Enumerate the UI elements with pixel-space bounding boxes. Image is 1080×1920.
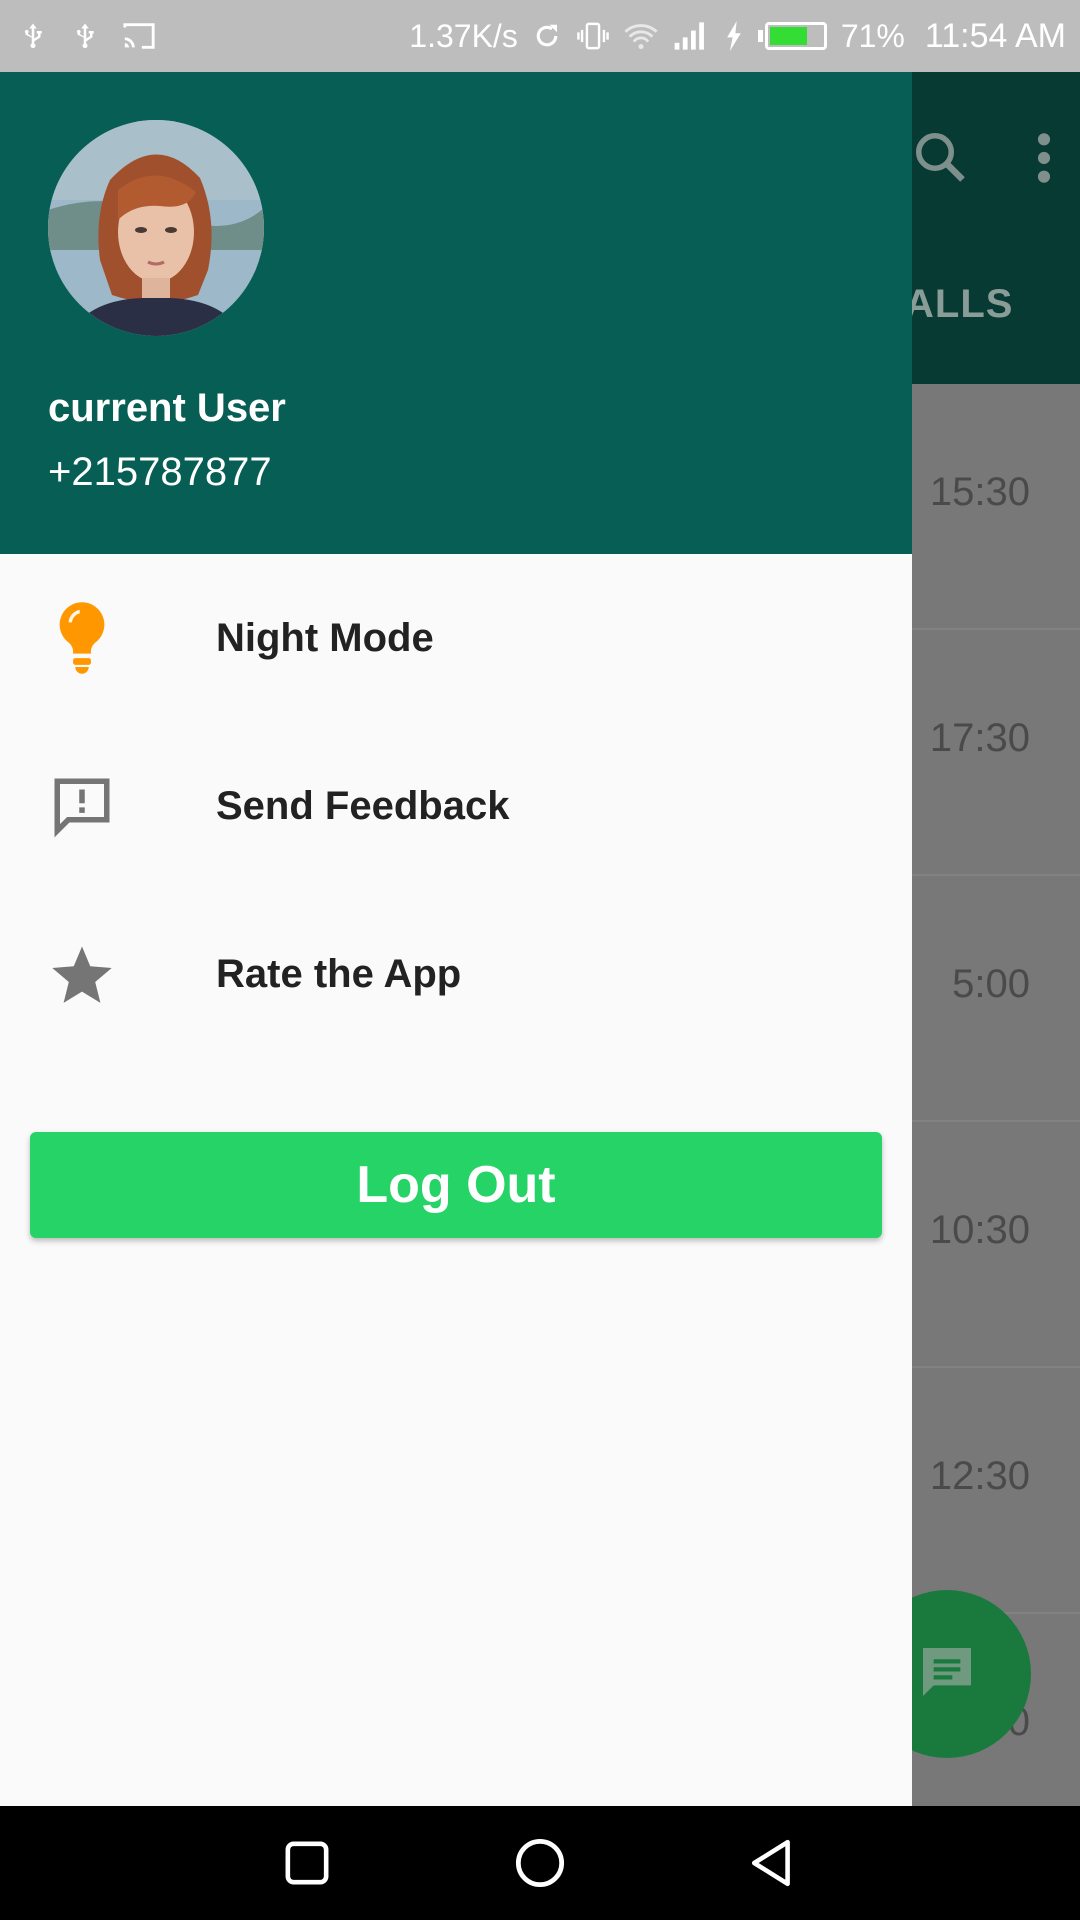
vibrate-icon [576, 21, 610, 51]
menu-item-night-mode[interactable]: Night Mode [0, 554, 912, 722]
signal-icon [672, 21, 710, 51]
search-icon[interactable] [910, 127, 970, 192]
usb-icon [70, 21, 100, 51]
call-time: 10:30 [929, 1208, 1030, 1252]
status-bar: 1.37K/s 71% 11:54 AM [0, 0, 1080, 72]
call-time: 12:30 [929, 1454, 1030, 1498]
star-icon [46, 938, 118, 1010]
menu-item-label: Rate the App [216, 951, 462, 996]
recents-button[interactable] [277, 1833, 337, 1893]
back-button[interactable] [743, 1833, 803, 1893]
avatar[interactable] [48, 120, 264, 336]
sync-icon [532, 21, 562, 51]
call-time: 17:30 [929, 716, 1030, 760]
battery-icon [757, 22, 827, 50]
cast-icon [122, 21, 156, 51]
menu-item-label: Send Feedback [216, 783, 510, 828]
charging-icon [724, 21, 744, 51]
feedback-icon [46, 770, 118, 842]
battery-percent: 71% [840, 17, 905, 54]
user-phone: +215787877 [48, 450, 272, 494]
call-time: 5:00 [952, 962, 1030, 1006]
menu-item-rate-app[interactable]: Rate the App [0, 890, 912, 1058]
network-speed: 1.37K/s [409, 17, 518, 54]
message-icon [915, 1640, 979, 1709]
more-options-icon[interactable] [1030, 130, 1058, 191]
tab-calls[interactable]: ALLS [905, 282, 1013, 327]
call-time: 15:30 [929, 470, 1030, 514]
home-button[interactable] [510, 1833, 570, 1893]
drawer-menu: Night Mode Send Feedback Rate the App [0, 554, 912, 1058]
drawer-header: current User +215787877 [0, 72, 912, 554]
lightbulb-icon [46, 602, 118, 674]
status-time: 11:54 AM [924, 16, 1066, 55]
wifi-icon [624, 21, 658, 51]
menu-item-label: Night Mode [216, 615, 434, 660]
user-name: current User [48, 386, 286, 430]
system-navigation-bar [0, 1806, 1080, 1920]
logout-button[interactable]: Log Out [30, 1132, 882, 1238]
menu-item-send-feedback[interactable]: Send Feedback [0, 722, 912, 890]
usb-icon [18, 21, 48, 51]
navigation-drawer: current User +215787877 Night Mode Send … [0, 72, 912, 1806]
